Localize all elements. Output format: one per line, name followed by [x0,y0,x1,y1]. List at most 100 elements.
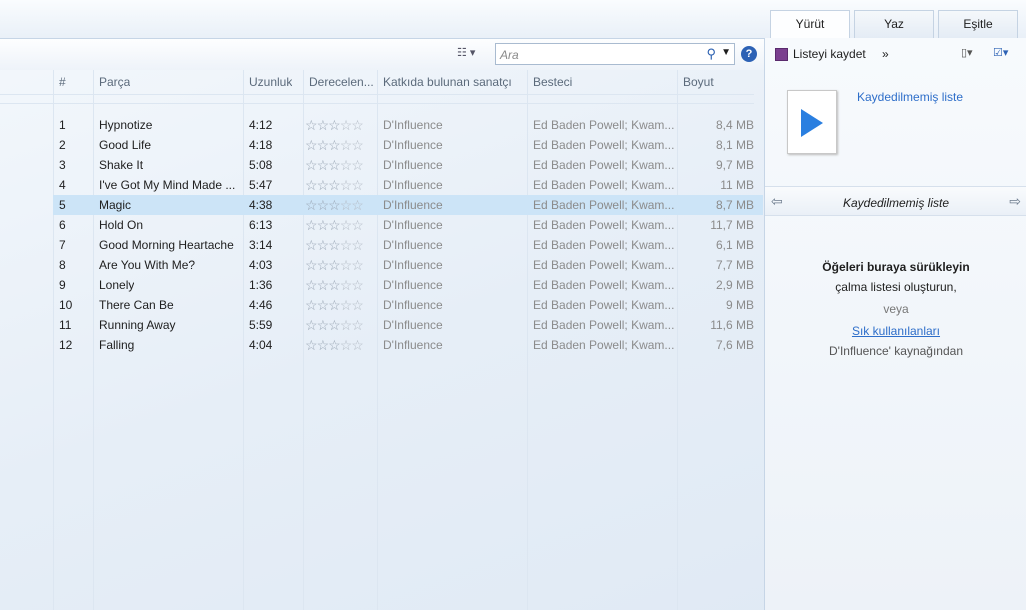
frequent-link[interactable]: Sık kullanılanları [765,321,1026,341]
track-artist: D'Influence [383,298,443,312]
column-header-length[interactable]: Uzunluk [249,70,292,94]
save-list-button[interactable]: Listeyi kaydet [775,47,866,61]
track-size: 7,7 MB [715,258,754,272]
rating-stars[interactable]: ☆☆☆☆☆ [305,115,363,135]
track-title: Hypnotize [99,118,153,132]
rating-stars[interactable]: ☆☆☆☆☆ [305,255,363,275]
column-header-rating[interactable]: Derecelen... [309,70,375,94]
track-length: 5:47 [249,178,273,192]
rating-stars[interactable]: ☆☆☆☆☆ [305,335,363,355]
rating-stars[interactable]: ☆☆☆☆☆ [305,315,363,335]
table-row[interactable]: 4 I've Got My Mind Made ... 5:47 D'Influenc… [53,175,763,195]
table-row[interactable]: 7 Good Morning Heartache 3:14 D'Influence Ed… [53,235,763,255]
tab-play[interactable]: Yürüt [770,10,850,39]
table-row[interactable]: 3 Shake It 5:08 D'Influence Ed Baden Powell;… [53,155,763,175]
rating-stars[interactable]: ☆☆☆☆☆ [305,155,363,175]
table-row[interactable]: 1 Hypnotize 4:12 D'Influence Ed Baden Powell… [53,115,763,135]
track-size: 2,9 MB [715,278,754,292]
track-title: I've Got My Mind Made ... [99,178,236,192]
search-input[interactable]: Ara ⚲ ▼ [495,43,735,65]
tab-sync[interactable]: Eşitle [938,10,1018,38]
track-length: 4:12 [249,118,273,132]
tab-burn[interactable]: Yaz [854,10,934,38]
track-size: 9 MB [725,298,754,312]
list-nav-title: Kaydedilmemiş liste [842,196,950,210]
track-number: 9 [59,278,66,292]
track-number: 1 [59,118,66,132]
track-artist: D'Influence [383,138,443,152]
list-options-icon[interactable]: ▯▾ [961,46,973,59]
column-header-composer[interactable]: Besteci [533,70,572,94]
save-list-label: Listeyi kaydet [793,47,866,61]
track-composer: Ed Baden Powell; Kwam... [533,318,675,332]
column-header-artist[interactable]: Katkıda bulunan sanatçı [383,70,512,94]
table-row[interactable]: 10 There Can Be 4:46 D'Influence Ed Baden Po… [53,295,763,315]
search-placeholder: Ara [500,48,519,62]
track-composer: Ed Baden Powell; Kwam... [533,118,675,132]
table-row[interactable]: 9 Lonely 1:36 D'Influence Ed Baden Powell; K… [53,275,763,295]
or-text: veya [883,302,909,316]
more-button[interactable]: » [882,47,889,61]
column-header-title[interactable]: Parça [99,70,130,94]
track-composer: Ed Baden Powell; Kwam... [533,158,675,172]
track-composer: Ed Baden Powell; Kwam... [533,198,675,212]
rating-stars[interactable]: ☆☆☆☆☆ [305,275,363,295]
rating-stars[interactable]: ☆☆☆☆☆ [305,175,363,195]
playlist-title[interactable]: Kaydedilmemiş liste [857,90,963,104]
table-row[interactable]: 5 Magic 4:38 D'Influence Ed Baden Powell; Kw… [53,195,763,215]
table-row[interactable]: 6 Hold On 6:13 D'Influence Ed Baden Powell; … [53,215,763,235]
track-size: 7,6 MB [715,338,754,352]
checklist-icon[interactable]: ☑▾ [993,46,1008,59]
track-length: 1:36 [249,278,273,292]
track-composer: Ed Baden Powell; Kwam... [533,258,675,272]
track-title: Running Away [99,318,176,332]
source-text: D'Influence' kaynağından [828,344,963,358]
track-length: 4:18 [249,138,273,152]
rating-stars[interactable]: ☆☆☆☆☆ [305,295,363,315]
track-number: 4 [59,178,66,192]
track-title: Hold On [99,218,144,232]
track-artist: D'Influence [383,198,443,212]
track-length: 4:03 [249,258,273,272]
column-header-number[interactable]: # [59,70,66,94]
track-artist: D'Influence [383,218,443,232]
table-row[interactable]: 11 Running Away 5:59 D'Influence Ed Baden Po… [53,315,763,335]
table-row[interactable]: 2 Good Life 4:18 D'Influence Ed Baden Powell… [53,135,763,155]
help-icon[interactable]: ? [741,46,757,62]
chevron-down-icon[interactable]: ▼ [721,47,731,58]
track-title: Shake It [99,158,144,172]
view-options-icon[interactable]: ☷ ▾ [457,46,475,59]
rating-stars[interactable]: ☆☆☆☆☆ [305,235,363,255]
playlist-icon [787,90,837,154]
rating-stars[interactable]: ☆☆☆☆☆ [305,135,363,155]
track-number: 3 [59,158,66,172]
track-title: Lonely [99,278,135,292]
track-size: 11,6 MB [710,318,754,332]
rating-stars[interactable]: ☆☆☆☆☆ [305,195,363,215]
track-artist: D'Influence [383,158,443,172]
track-number: 12 [59,338,73,352]
track-composer: Ed Baden Powell; Kwam... [533,298,675,312]
track-number: 8 [59,258,66,272]
track-title: Good Morning Heartache [99,238,234,252]
track-composer: Ed Baden Powell; Kwam... [533,138,675,152]
track-artist: D'Influence [383,178,443,192]
track-number: 11 [59,318,72,332]
drag-hint-title: Öğeleri buraya sürükleyin [822,260,970,274]
track-length: 3:14 [249,238,273,252]
track-size: 9,7 MB [715,158,754,172]
track-size: 8,7 MB [715,198,754,212]
track-composer: Ed Baden Powell; Kwam... [533,178,675,192]
track-title: Good Life [99,138,152,152]
table-row[interactable]: 8 Are You With Me? 4:03 D'Influence Ed Baden… [53,255,763,275]
track-length: 5:08 [249,158,273,172]
track-number: 7 [59,238,66,252]
track-size: 8,1 MB [715,138,754,152]
track-composer: Ed Baden Powell; Kwam... [533,218,675,232]
search-icon[interactable]: ⚲ [706,46,716,62]
rating-stars[interactable]: ☆☆☆☆☆ [305,215,363,235]
arrow-right-icon[interactable]: ⇨ [1009,193,1021,210]
column-header-size[interactable]: Boyut [683,70,714,94]
track-length: 5:59 [249,318,273,332]
table-row[interactable]: 12 Falling 4:04 D'Influence Ed Baden Powell;… [53,335,763,355]
